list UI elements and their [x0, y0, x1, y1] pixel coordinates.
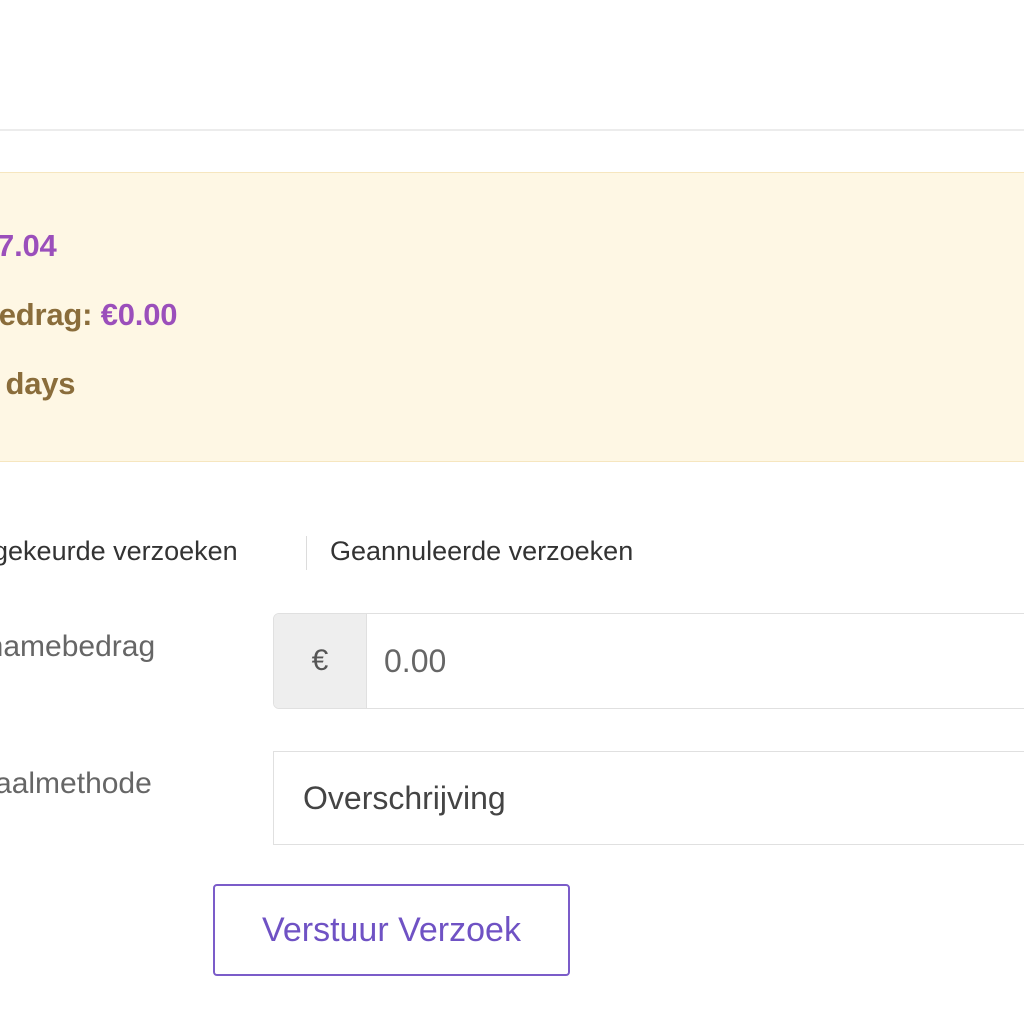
tab-cancelled-requests[interactable]: Geannuleerde verzoeken [330, 536, 633, 567]
tab-approved-requests[interactable]: dgekeurde verzoeken [0, 536, 238, 567]
payment-method-select[interactable]: Overschrijving [273, 751, 1024, 845]
amount-input[interactable] [367, 614, 1024, 708]
amount-label: pnamebedrag [0, 630, 156, 663]
header-divider [0, 129, 1024, 131]
minimum-amount-line: bedrag: €0.00 [0, 297, 177, 333]
minimum-amount-label: bedrag: [0, 297, 93, 332]
currency-addon: € [274, 614, 367, 708]
period-line: 0 days [0, 366, 76, 402]
amount-input-group: € [273, 613, 1024, 709]
period-text: 0 days [0, 366, 76, 401]
payment-method-value: Overschrijving [303, 779, 506, 816]
withdraw-page: 37.04 bedrag: €0.00 0 days dgekeurde ver… [0, 0, 1024, 1024]
tab-separator [306, 536, 307, 570]
balance-value: 37.04 [0, 228, 57, 263]
balance-line: 37.04 [0, 228, 57, 264]
submit-request-button[interactable]: Verstuur Verzoek [213, 884, 570, 976]
payment-method-label: etaalmethode [0, 767, 152, 800]
minimum-amount-value: €0.00 [100, 297, 178, 332]
